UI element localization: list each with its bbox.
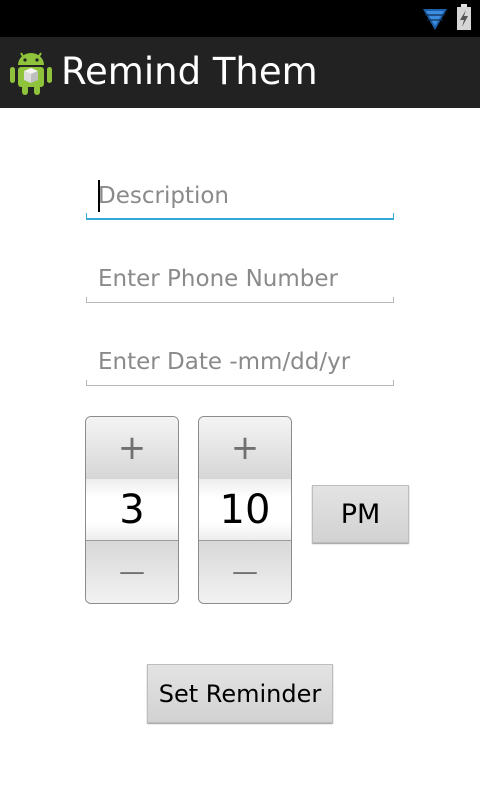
android-icon <box>10 52 52 95</box>
underline-tick-right <box>393 213 394 220</box>
wifi-icon <box>423 9 447 30</box>
underline-tick-left <box>86 297 87 303</box>
phone-underline <box>86 302 394 303</box>
plus-icon: + <box>117 428 147 468</box>
phone-number-input[interactable] <box>86 259 394 299</box>
hour-decrement-button[interactable]: — <box>86 540 178 603</box>
battery-charging-icon <box>457 4 471 30</box>
plus-icon: + <box>230 428 260 468</box>
text-cursor <box>98 180 100 212</box>
minus-icon: — <box>232 557 258 587</box>
underline-tick-left <box>86 213 87 220</box>
hour-value[interactable]: 3 <box>86 479 178 541</box>
underline-tick-left <box>86 380 87 386</box>
minus-icon: — <box>119 557 145 587</box>
minute-value[interactable]: 10 <box>199 479 291 541</box>
phone-field-container <box>86 259 394 303</box>
am-pm-toggle-button[interactable]: PM <box>312 485 409 543</box>
date-underline <box>86 385 394 386</box>
date-input[interactable] <box>86 342 394 382</box>
status-bar <box>0 0 480 37</box>
app-title: Remind Them <box>61 50 318 93</box>
set-reminder-button[interactable]: Set Reminder <box>147 664 333 723</box>
underline-tick-right <box>393 380 394 386</box>
action-bar: Remind Them <box>0 37 480 108</box>
minute-picker: + 10 — <box>198 416 292 604</box>
description-input[interactable] <box>86 176 394 216</box>
minute-increment-button[interactable]: + <box>199 417 291 480</box>
date-field-container <box>86 342 394 386</box>
minute-decrement-button[interactable]: — <box>199 540 291 603</box>
underline-tick-right <box>393 297 394 303</box>
description-underline <box>86 218 394 220</box>
hour-picker: + 3 — <box>85 416 179 604</box>
description-field-container <box>86 176 394 220</box>
hour-increment-button[interactable]: + <box>86 417 178 480</box>
